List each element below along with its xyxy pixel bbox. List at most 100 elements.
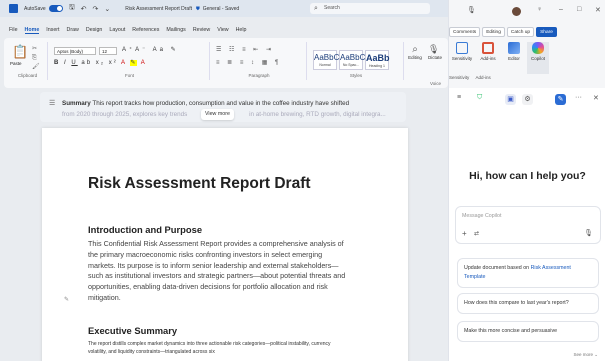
find-icon: ⌕	[412, 44, 418, 55]
font-group: Aptos (Body) 12 A⁺A⁻ Aa ✎ B I U ab x₂ x²…	[50, 42, 210, 80]
group-labels: Sensitivity Add-ins	[449, 75, 491, 80]
add-ins-icon	[482, 42, 494, 54]
list-icons[interactable]: ☰ ☷ ≡ ⇤ ⇥	[216, 46, 274, 53]
see-more-link[interactable]: See more ⌄	[573, 352, 598, 358]
menu-bar: File Home Insert Draw Design Layout Refe…	[0, 24, 448, 36]
document-page[interactable]: Risk Assessment Report Draft Introductio…	[42, 128, 408, 361]
search-input[interactable]: Search	[310, 3, 430, 14]
summary-banner: ☰ Summary This report tracks how product…	[40, 92, 406, 122]
dictate-button[interactable]: 🎙 Dictate	[428, 44, 442, 60]
font-size-select[interactable]: 12	[99, 47, 117, 55]
share-button[interactable]: Share	[536, 27, 557, 37]
paste-icon[interactable]: 📋	[12, 44, 28, 60]
editing-button[interactable]: ⌕ Editing	[406, 44, 424, 60]
summary-label: Summary	[62, 100, 91, 107]
minimize-icon[interactable]: –	[559, 6, 563, 13]
message-input[interactable]: Message Copilot + ⇄ 🎙	[455, 206, 601, 244]
intro-heading: Introduction and Purpose	[88, 224, 203, 235]
paste-label[interactable]: Paste	[10, 61, 22, 66]
clipboard-label: Clipboard	[17, 73, 38, 78]
style-heading-1[interactable]: AaBb Heading 1	[365, 50, 390, 70]
autosave-label: AutoSave	[24, 5, 46, 12]
menu-references[interactable]: References	[132, 27, 159, 33]
menu-draw[interactable]: Draw	[67, 27, 79, 33]
sensitivity-icon	[456, 42, 468, 54]
font-name-select[interactable]: Aptos (Body)	[54, 47, 96, 55]
shield-check-icon[interactable]: ⛉	[477, 94, 482, 102]
menu-icon[interactable]: ≡	[457, 94, 461, 101]
save-icon[interactable]: 🖫	[69, 3, 75, 14]
word-app-icon	[9, 4, 18, 13]
format-buttons[interactable]: B I U ab x₂ x² A ✎ A	[54, 59, 147, 66]
settings-icon[interactable]: ⚙	[522, 94, 533, 105]
style-normal[interactable]: AaBbCc Normal	[313, 50, 344, 70]
app-icons-row: Sensitivity Add-ins Editor Copilot	[449, 42, 605, 74]
autosave-toggle[interactable]	[48, 5, 63, 12]
menu-mailings[interactable]: Mailings	[166, 27, 185, 33]
see-more-label: See more	[573, 352, 593, 357]
shield-icon: ⛊	[195, 5, 200, 12]
summary-faded-tail: in at-home brewing, RTD growth, digital …	[249, 111, 386, 118]
suggestion-text: Make this more concise and persuasive	[464, 328, 558, 334]
menu-layout[interactable]: Layout	[109, 27, 125, 33]
comments-button[interactable]: Comments	[449, 27, 481, 37]
microphone-icon[interactable]: 🎙	[584, 229, 593, 237]
menu-help[interactable]: Help	[236, 27, 247, 33]
menu-file[interactable]: File	[9, 27, 18, 33]
catch-up-button[interactable]: Catch up	[506, 27, 535, 37]
menu-insert[interactable]: Insert	[46, 27, 59, 33]
style-name: Heading 1	[369, 64, 385, 68]
ribbon: 📋 Paste ✂ ⎘ 🖌 Clipboard Aptos (Body) 12 A⁺…	[4, 38, 448, 88]
ribbon-right-section: 🎙 ♀ – □ ✕ Comments Editing Catch up Shar…	[449, 0, 605, 88]
window-controls: 🎙 ♀ – □ ✕	[449, 4, 605, 18]
sensitivity-status[interactable]: General - Saved	[203, 6, 239, 12]
maximize-icon[interactable]: □	[577, 6, 581, 13]
word-window: AutoSave 🖫 ↶ ↷ ⌄ Risk Assessment Report …	[0, 0, 448, 361]
close-icon[interactable]: ✕	[595, 6, 601, 14]
close-pane-icon[interactable]: ✕	[593, 94, 599, 102]
editor-button[interactable]: Editor	[503, 42, 525, 61]
more-options-icon[interactable]: ···	[575, 94, 582, 101]
view-more-button[interactable]: View more	[201, 109, 234, 120]
sensitivity-button[interactable]: Sensitivity	[451, 42, 473, 61]
avatar[interactable]	[512, 7, 521, 16]
editing-mode-button[interactable]: Editing	[482, 27, 505, 37]
add-ins-label: Add-ins	[480, 56, 496, 61]
style-no-spacing[interactable]: AaBbCc No Spac...	[339, 50, 369, 70]
add-ins-button[interactable]: Add-ins	[477, 42, 499, 61]
grow-shrink-icons[interactable]: A⁺A⁻ Aa ✎	[122, 46, 179, 53]
document-title[interactable]: Risk Assessment Report Draft	[125, 6, 192, 12]
suggestion-text: How does this compare to last year's rep…	[464, 300, 569, 306]
cut-copy-icons[interactable]: ✂ ⎘ 🖌	[32, 45, 40, 72]
suggestion-concise[interactable]: Make this more concise and persuasive	[457, 321, 599, 342]
menu-review[interactable]: Review	[193, 27, 210, 33]
message-placeholder: Message Copilot	[462, 213, 502, 219]
redo-icon[interactable]: ↷	[93, 5, 99, 13]
paragraph-group: ☰ ☷ ≡ ⇤ ⇥ ≡ ≣ ≡ ↕ ▦ ¶ Paragraph	[212, 42, 307, 80]
menu-design[interactable]: Design	[86, 27, 103, 33]
style-preview: AaBb	[366, 53, 390, 63]
copilot-greeting: Hi, how can I help you?	[469, 170, 586, 182]
style-preview: AaBbCc	[314, 53, 344, 62]
menu-view[interactable]: View	[217, 27, 228, 33]
customize-qat-icon[interactable]: ⌄	[104, 5, 110, 13]
suggestion-update-document[interactable]: Update document based on Risk Assessment…	[457, 258, 599, 288]
dictate-label: Dictate	[428, 55, 443, 60]
new-chat-icon[interactable]: ✎	[555, 94, 566, 105]
editor-label: Editor	[508, 56, 520, 61]
chat-icon[interactable]: ▣	[505, 94, 516, 105]
clipboard-group: 📋 Paste ✂ ⎘ 🖌 Clipboard	[8, 42, 48, 80]
lightbulb-icon[interactable]: ♀	[537, 6, 542, 13]
copilot-button[interactable]: Copilot	[527, 42, 549, 74]
undo-icon[interactable]: ↶	[81, 5, 87, 13]
menu-home[interactable]: Home	[24, 27, 40, 34]
intro-paragraph: This Confidential Risk Assessment Report…	[88, 239, 346, 302]
comment-marker-icon[interactable]: ✎	[64, 296, 69, 303]
tune-icon[interactable]: ⇄	[474, 230, 479, 237]
add-icon[interactable]: +	[462, 229, 467, 238]
align-icons[interactable]: ≡ ≣ ≡ ↕ ▦ ¶	[216, 59, 281, 66]
suggestion-compare[interactable]: How does this compare to last year's rep…	[457, 293, 599, 314]
font-label: Font	[124, 73, 134, 78]
styles-label: Styles	[349, 73, 363, 78]
microphone-icon[interactable]: 🎙	[467, 6, 476, 14]
